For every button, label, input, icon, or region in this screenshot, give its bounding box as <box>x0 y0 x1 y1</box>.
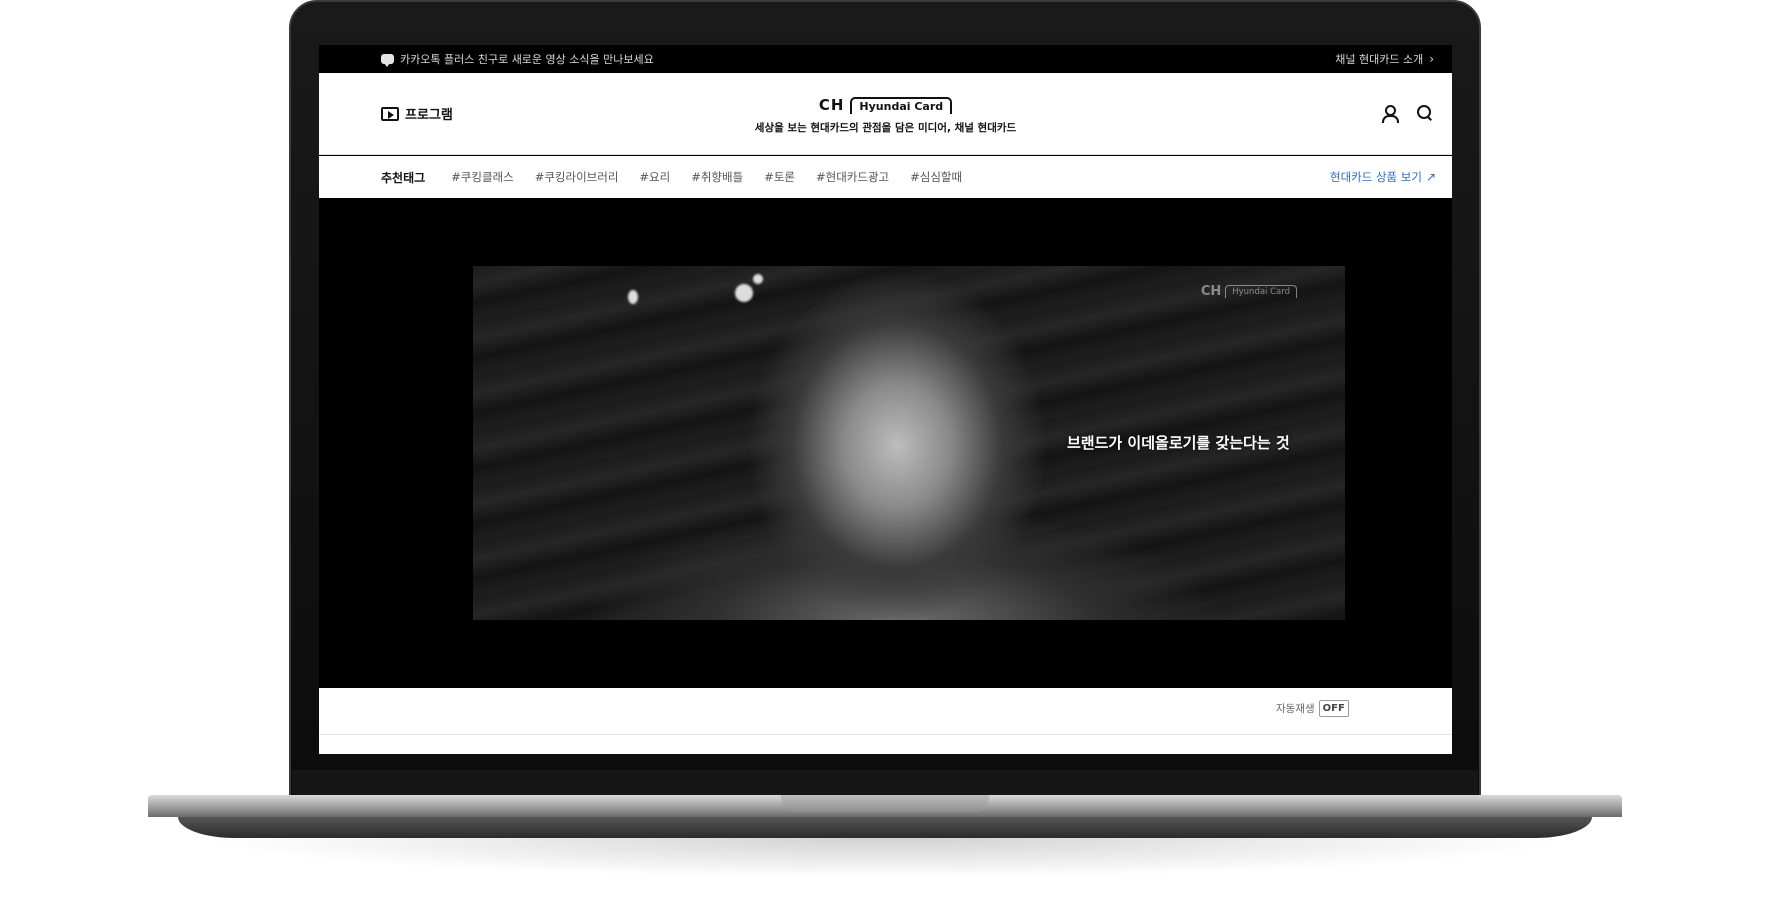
laptop-base-bottom <box>178 817 1592 838</box>
tag-hyundai-ad[interactable]: #현대카드광고 <box>816 169 889 185</box>
logo-ch: CH <box>818 96 845 114</box>
chat-bubble-icon <box>381 54 394 67</box>
laptop-shadow <box>200 838 1570 878</box>
kakao-notice[interactable]: 카카오톡 플러스 친구로 새로운 영상 소식을 만나보세요 <box>381 51 654 67</box>
water-glint <box>628 290 638 304</box>
product-link[interactable]: 현대카드 상품 보기 ↗ <box>1330 169 1436 185</box>
autoplay-label: 자동재생 <box>1276 703 1315 715</box>
video-player[interactable]: CH Hyundai Card 브랜드가 이데올로기를 갖는다는 것 <box>473 266 1345 620</box>
watermark-brand: Hyundai Card <box>1225 285 1297 298</box>
tag-bored[interactable]: #심심할때 <box>910 169 962 185</box>
tag-nav: 추천태그 #쿠킹클래스 #쿠킹라이브러리 #요리 #취향배틀 #토론 #현대카드… <box>319 156 1452 198</box>
laptop-notch <box>781 795 989 812</box>
tag-list: #쿠킹클래스 #쿠킹라이브러리 #요리 #취향배틀 #토론 #현대카드광고 #심… <box>451 169 962 185</box>
video-watermark: CH Hyundai Card <box>1201 284 1297 299</box>
chevron-right-icon: › <box>1429 52 1434 66</box>
search-icon[interactable] <box>1416 104 1434 122</box>
laptop-chin <box>292 770 1478 796</box>
tag-debate[interactable]: #토론 <box>764 169 795 185</box>
user-icon[interactable] <box>1380 104 1399 123</box>
notice-bar: 카카오톡 플러스 친구로 새로운 영상 소식을 만나보세요 채널 현대카드 소개… <box>319 45 1452 73</box>
arrow-up-right-icon: ↗ <box>1425 170 1436 184</box>
header-icons <box>1380 104 1434 123</box>
water-glint <box>735 284 753 302</box>
video-area: CH Hyundai Card 브랜드가 이데올로기를 갖는다는 것 <box>319 198 1452 688</box>
product-link-label: 현대카드 상품 보기 <box>1329 170 1422 184</box>
logo-brand: Hyundai Card <box>850 96 953 114</box>
site-logo[interactable]: CH Hyundai Card <box>818 96 953 114</box>
tag-cooking[interactable]: #요리 <box>639 169 670 185</box>
channel-intro-link[interactable]: 채널 현대카드 소개 › <box>1335 51 1434 67</box>
content-strip <box>319 735 1452 754</box>
logo-area: CH Hyundai Card 세상을 보는 현대카드의 관점을 담은 미디어,… <box>319 95 1452 135</box>
autoplay-control[interactable]: 자동재생 OFF <box>1276 700 1349 717</box>
autoplay-toggle[interactable]: OFF <box>1318 700 1349 717</box>
video-controls: 자동재생 OFF <box>319 688 1452 735</box>
tag-cooking-library[interactable]: #쿠킹라이브러리 <box>535 169 619 185</box>
video-caption: 브랜드가 이데올로기를 갖는다는 것 <box>1067 434 1290 452</box>
channel-intro-label: 채널 현대카드 소개 <box>1335 53 1424 66</box>
water-glint <box>753 274 763 284</box>
site-tagline: 세상을 보는 현대카드의 관점을 담은 미디어, 채널 현대카드 <box>754 122 1017 134</box>
watermark-ch: CH <box>1200 284 1222 299</box>
tag-cooking-class[interactable]: #쿠킹클래스 <box>451 169 514 185</box>
tag-taste-battle[interactable]: #취향배틀 <box>691 169 743 185</box>
laptop-screen: 카카오톡 플러스 친구로 새로운 영상 소식을 만나보세요 채널 현대카드 소개… <box>319 45 1452 754</box>
tag-nav-title: 추천태그 <box>381 170 426 185</box>
notice-text: 카카오톡 플러스 친구로 새로운 영상 소식을 만나보세요 <box>400 53 654 66</box>
site-header: 프로그램 CH Hyundai Card 세상을 보는 현대카드의 관점을 담은… <box>319 73 1452 155</box>
